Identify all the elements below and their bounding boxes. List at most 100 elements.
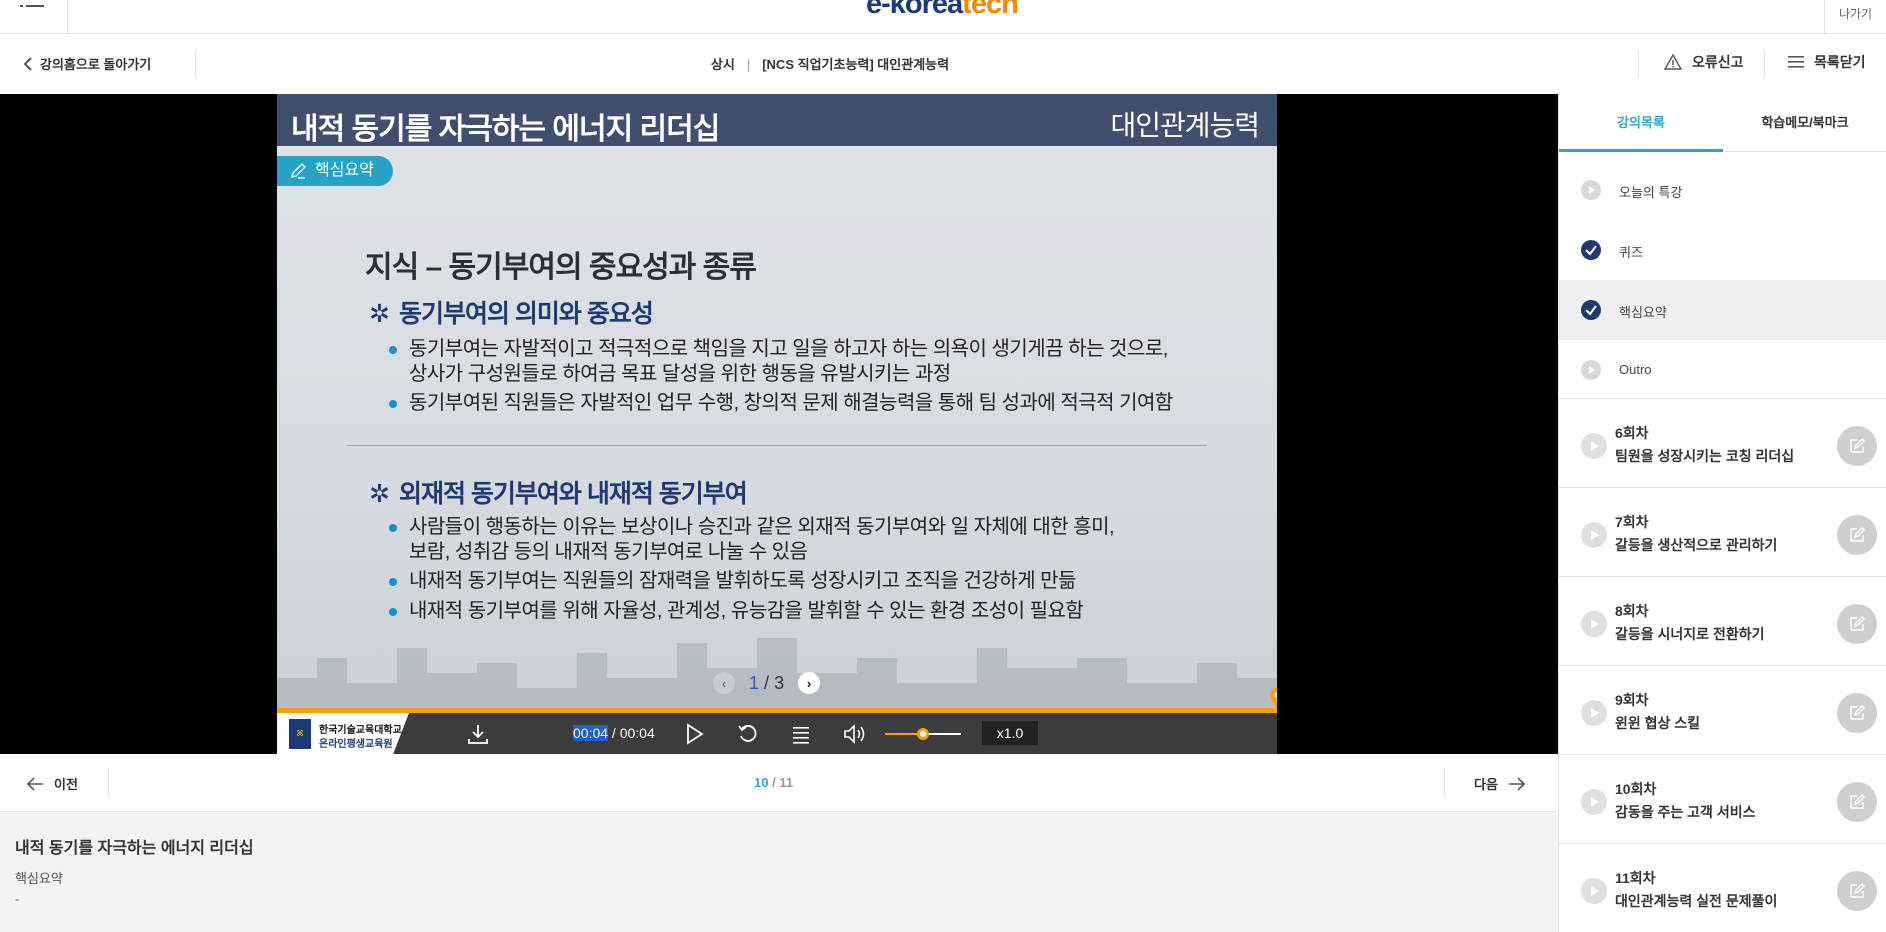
warning-icon: [1664, 54, 1682, 70]
site-logo[interactable]: e-koreatech: [866, 0, 1019, 20]
slide-heading: 지식 – 동기부여의 중요성과 종류: [365, 251, 757, 284]
divider: [108, 768, 109, 796]
replay-icon[interactable]: [737, 723, 759, 745]
episode-number: 10회차: [1615, 781, 1657, 797]
play-circle-icon[interactable]: [1581, 789, 1607, 815]
volume-slider-knob[interactable]: [917, 728, 929, 740]
sidebar-subitem-label: 퀴즈: [1619, 245, 1643, 260]
play-circle-icon: [1581, 180, 1601, 200]
menu-icon: [20, 5, 44, 7]
play-circle-icon[interactable]: [1581, 700, 1607, 726]
episode-item[interactable]: 8회차 갈등을 시너지로 전환하기: [1559, 576, 1886, 665]
lesson-subtitle: 핵심요약: [15, 871, 63, 886]
progress-marker-icon[interactable]: [1270, 688, 1277, 708]
episode-item[interactable]: 7회차 갈등을 생산적으로 관리하기: [1559, 487, 1886, 576]
episode-item[interactable]: 6회차 팀원을 성장시키는 코칭 리더십: [1559, 398, 1886, 487]
section-title-text: 외재적 동기부여와 내재적 동기부여: [398, 480, 748, 508]
play-circle-icon: [1581, 360, 1601, 380]
episode-item[interactable]: 11회차 대인관계능력 실전 문제풀이: [1559, 843, 1886, 932]
episode-name: 팀원을 성장시키는 코칭 리더십: [1615, 448, 1795, 464]
episode-name: 대인관계능력 실전 문제풀이: [1615, 893, 1778, 909]
lecture-sidebar: 강의목록 학습메모/북마크 오늘의 특강 퀴즈 핵심요약 Outro 6회차 팀…: [1558, 94, 1886, 932]
back-to-home-button[interactable]: 강의홈으로 돌아가기: [24, 54, 151, 73]
slide-page-total: 3: [774, 672, 785, 693]
logo-accent-text: tech: [962, 0, 1019, 20]
tab-lecture-list[interactable]: 강의목록: [1559, 94, 1723, 152]
org-line1: 한국기술교육대학교: [319, 725, 402, 736]
bullet-text: 내재적 동기부여는 직원들의 잠재력을 발휘하도록 성장시키고 조직을 건강하게…: [409, 570, 1076, 592]
bullet-item: 내재적 동기부여를 위해 자율성, 관계성, 유능감을 발휘할 수 있는 환경 …: [388, 599, 1084, 624]
memo-button[interactable]: [1837, 604, 1877, 644]
divider: [1444, 768, 1445, 796]
bullet-text: 동기부여는 자발적이고 적극적으로 책임을 지고 일을 하고자 하는 의욕이 생…: [409, 338, 1168, 360]
memo-button[interactable]: [1837, 693, 1877, 733]
time-display: 00:04 / 00:04: [573, 725, 655, 741]
memo-button[interactable]: [1837, 426, 1877, 466]
episode-item[interactable]: 10회차 감동을 주는 고객 서비스: [1559, 754, 1886, 843]
lesson-page-sep: /: [768, 775, 780, 790]
slide-prev-icon[interactable]: ‹: [713, 672, 735, 694]
sidebar-subitem[interactable]: 오늘의 특강: [1559, 160, 1886, 220]
next-label: 다음: [1474, 777, 1498, 792]
episode-name: 감동을 주는 고객 서비스: [1615, 804, 1756, 820]
prev-button[interactable]: 이전: [26, 774, 78, 793]
next-button[interactable]: 다음: [1474, 774, 1526, 793]
time-total: 00:04: [619, 725, 655, 741]
error-report-button[interactable]: 오류신고: [1664, 52, 1744, 72]
sidebar-subitem-label: Outro: [1619, 362, 1652, 377]
section-title: ✲ 동기부여의 의미와 중요성: [369, 294, 654, 330]
arrow-right-icon: [1508, 776, 1526, 791]
skyline-decoration: [277, 638, 1277, 708]
section-title: ✲ 외재적 동기부여와 내재적 동기부여: [369, 474, 748, 510]
arrow-left-icon: [26, 776, 43, 791]
playback-speed-button[interactable]: x1.0: [982, 721, 1038, 745]
edit-icon: [1850, 438, 1865, 453]
exit-button[interactable]: 나가기: [1824, 0, 1886, 34]
index-list-icon[interactable]: [791, 723, 811, 745]
sidebar-subitem[interactable]: 퀴즈: [1559, 220, 1886, 280]
slide-page-indicator: 1 / 3: [749, 673, 784, 694]
back-label: 강의홈으로 돌아가기: [40, 57, 152, 72]
bullet-item: 사람들이 행동하는 이유는 보상이나 승진과 같은 외재적 동기부여와 일 자체…: [388, 515, 1115, 565]
slide-page-sep: /: [764, 672, 770, 693]
close-list-button[interactable]: 목록닫기: [1788, 52, 1866, 72]
episode-number: 11회차: [1615, 870, 1656, 886]
volume-icon[interactable]: [843, 723, 867, 745]
play-icon[interactable]: [685, 723, 705, 745]
episode-item[interactable]: 9회차 윈윈 협상 스킬: [1559, 665, 1886, 754]
close-list-label: 목록닫기: [1814, 54, 1866, 70]
slide-page-current: 1: [749, 672, 760, 693]
player-controls: ⌘ 한국기술교육대학교 온라인평생교육원 00:04 / 00:04 x1.0: [277, 713, 1277, 754]
divider: [1764, 50, 1765, 78]
course-name: [NCS 직업기초능력] 대인관계능력: [762, 57, 950, 72]
tab-memo-bookmark[interactable]: 학습메모/북마크: [1723, 94, 1886, 152]
top-bar: e-koreatech 나가기: [0, 0, 1886, 34]
episode-name: 갈등을 생산적으로 관리하기: [1615, 537, 1778, 553]
sidebar-subitem-label: 핵심요약: [1619, 305, 1667, 320]
play-circle-icon[interactable]: [1581, 522, 1607, 548]
play-circle-icon[interactable]: [1581, 611, 1607, 637]
episode-name: 갈등을 시너지로 전환하기: [1615, 626, 1765, 642]
download-icon[interactable]: [467, 723, 489, 745]
play-circle-icon[interactable]: [1581, 433, 1607, 459]
episode-number: 6회차: [1615, 425, 1649, 441]
edit-icon: [1850, 705, 1865, 720]
sidebar-subitem-active[interactable]: 핵심요약: [1559, 280, 1886, 340]
badge-label: 핵심요약: [315, 162, 374, 179]
chevron-left-icon: [24, 56, 32, 71]
lesson-nav: 이전 10 / 11 다음: [0, 754, 1558, 812]
slide-divider: [347, 445, 1207, 446]
lesson-info: 내적 동기를 자극하는 에너지 리더십 핵심요약 -: [0, 812, 1558, 932]
memo-button[interactable]: [1837, 782, 1877, 822]
memo-button[interactable]: [1837, 871, 1877, 911]
video-player[interactable]: 내적 동기를 자극하는 에너지 리더십 대인관계능력 핵심요약 지식 – 동기부…: [0, 94, 1558, 754]
sidebar-subitem[interactable]: Outro: [1559, 340, 1886, 400]
memo-button[interactable]: [1837, 515, 1877, 555]
bullet-item: 내재적 동기부여는 직원들의 잠재력을 발휘하도록 성장시키고 조직을 건강하게…: [389, 569, 1076, 594]
bullet-text: 사람들이 행동하는 이유는 보상이나 승진과 같은 외재적 동기부여와 일 자체…: [409, 516, 1115, 538]
lesson-description: -: [15, 892, 19, 906]
section-title-text: 동기부여의 의미와 중요성: [398, 300, 654, 328]
slide-next-icon[interactable]: ›: [798, 672, 821, 694]
play-circle-icon[interactable]: [1581, 878, 1607, 904]
menu-button[interactable]: [0, 0, 68, 34]
